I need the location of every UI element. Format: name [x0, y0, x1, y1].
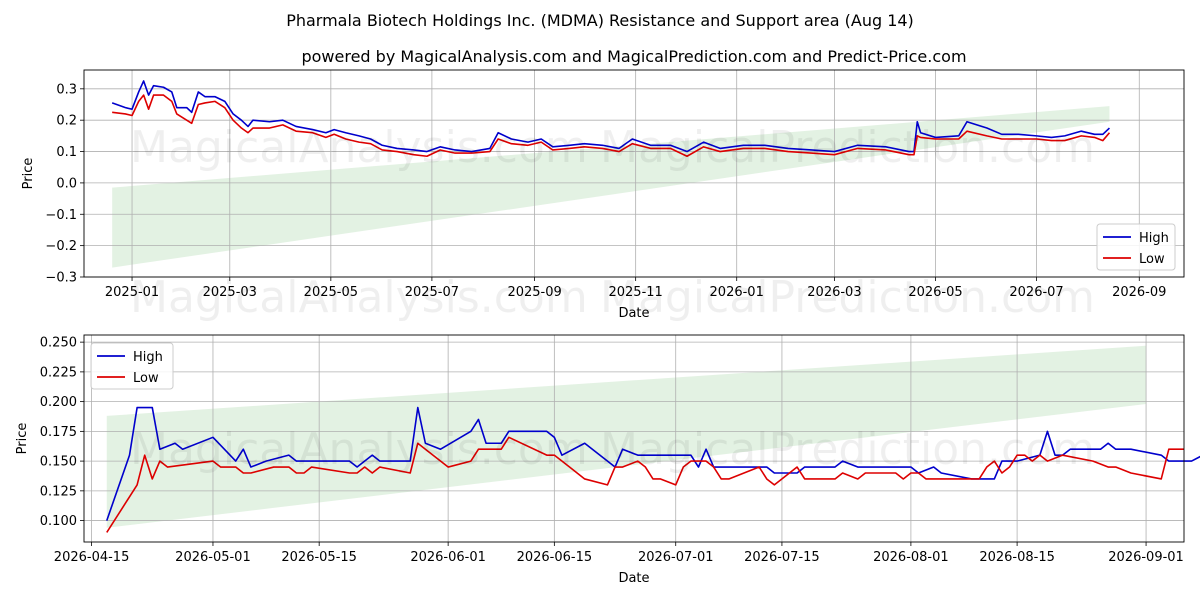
y-tick-label: 0.100	[40, 514, 77, 529]
x-tick-label: 2026-07-15	[744, 550, 820, 565]
y-tick-label: 0.125	[40, 484, 77, 499]
y-axis-label: Price	[15, 423, 30, 455]
x-tick-label: 2026-04-15	[54, 550, 130, 565]
y-tick-label: 0.150	[40, 455, 77, 470]
watermark-prediction-mid: MagicalPrediction.com	[600, 272, 1095, 323]
y-tick-label: −0.1	[45, 208, 77, 223]
legend-label-low: Low	[1139, 252, 1165, 267]
x-tick-label: 2026-07-01	[638, 550, 714, 565]
y-tick-label: 0.200	[40, 395, 77, 410]
watermark-prediction-bottom: MagicalPrediction.com	[600, 424, 1095, 475]
y-tick-label: 0.3	[56, 82, 77, 97]
watermark-analysis-top: MagicalAnalysis.com	[130, 122, 588, 173]
x-axis-label: Date	[618, 571, 649, 586]
watermark-analysis-bottom: MagicalAnalysis.com	[130, 424, 588, 475]
watermark-prediction-top: MagicalPrediction.com	[600, 122, 1095, 173]
y-tick-label: −0.2	[45, 239, 77, 254]
chart-subtitle: powered by MagicalAnalysis.com and Magic…	[301, 47, 966, 66]
x-tick-label: 2026-05-01	[175, 550, 251, 565]
y-tick-label: 0.250	[40, 336, 77, 351]
x-tick-label: 2026-09-01	[1108, 550, 1184, 565]
x-tick-label: 2026-09	[1112, 285, 1166, 300]
legend-label-high: High	[1139, 231, 1169, 246]
legend-label-high: High	[133, 350, 163, 365]
y-tick-label: −0.3	[45, 271, 77, 286]
x-tick-label: 2026-08-01	[873, 550, 949, 565]
x-tick-label: 2026-06-01	[410, 550, 486, 565]
x-tick-label: 2026-06-15	[517, 550, 593, 565]
y-tick-label: 0.0	[56, 176, 77, 191]
y-tick-label: 0.1	[56, 145, 77, 160]
x-tick-label: 2026-05-15	[281, 550, 357, 565]
y-tick-label: 0.225	[40, 365, 77, 380]
watermark-analysis-mid: MagicalAnalysis.com	[130, 272, 588, 323]
y-axis-label: Price	[21, 158, 36, 190]
y-tick-label: 0.2	[56, 114, 77, 129]
legend-label-low: Low	[133, 371, 159, 386]
y-tick-label: 0.175	[40, 425, 77, 440]
chart-figure: Pharmala Biotech Holdings Inc. (MDMA) Re…	[15, 11, 1200, 586]
chart-title: Pharmala Biotech Holdings Inc. (MDMA) Re…	[286, 11, 914, 30]
x-tick-label: 2026-08-15	[979, 550, 1055, 565]
